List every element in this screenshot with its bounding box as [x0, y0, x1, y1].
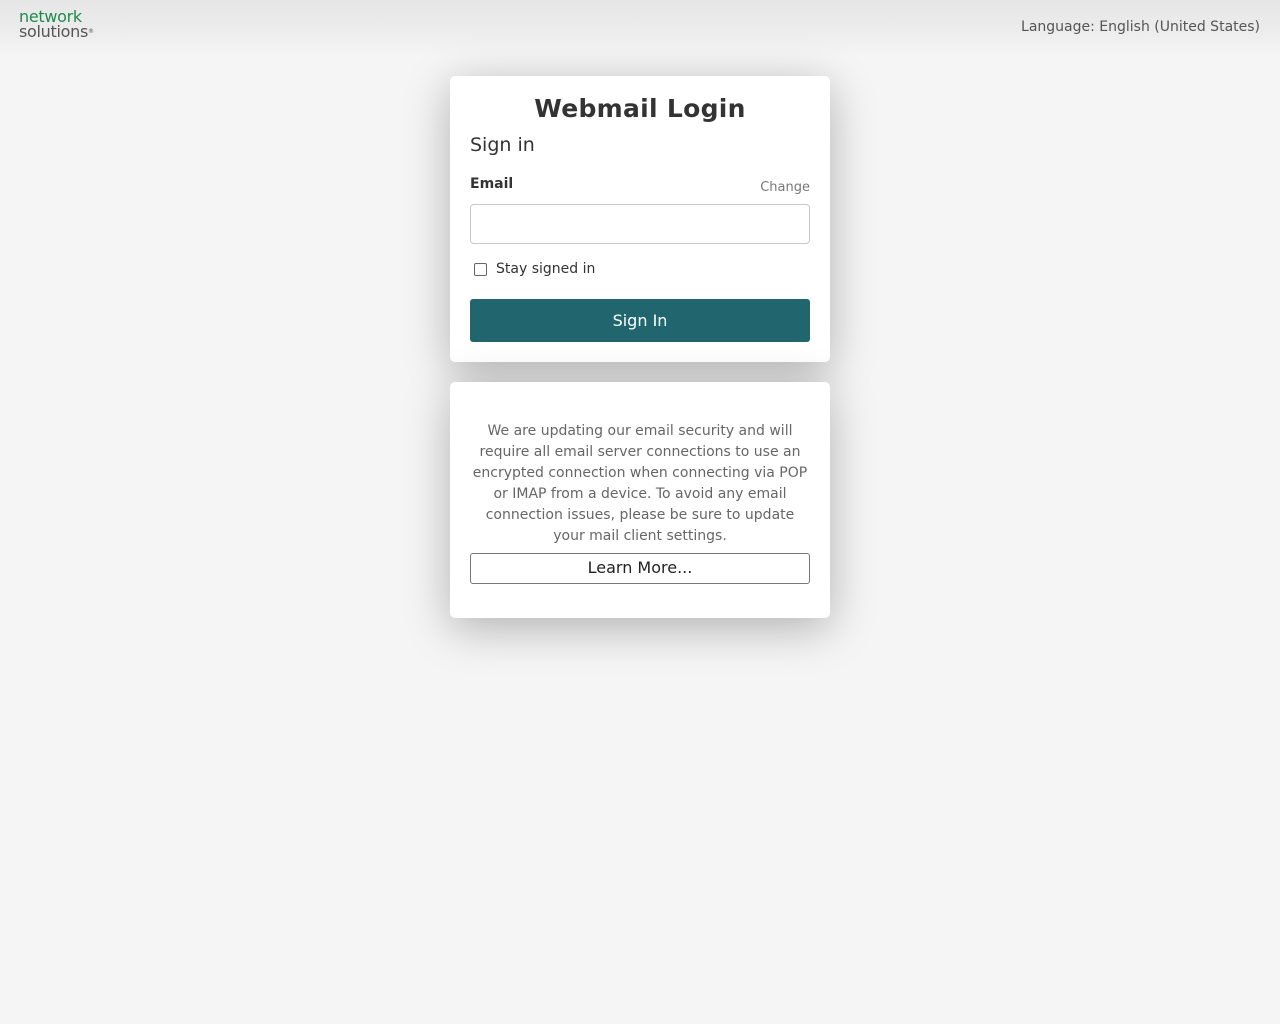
sign-in-heading: Sign in	[470, 134, 535, 156]
page-title: Webmail Login	[534, 94, 746, 123]
stay-signed-in-row[interactable]: Stay signed in	[474, 261, 595, 277]
security-notice-text: We are updating our email security and w…	[472, 423, 808, 544]
email-field[interactable]	[470, 204, 810, 244]
logo-line-solutions: solutions®	[19, 22, 94, 41]
logo-registered-mark: ®	[88, 28, 94, 35]
stay-signed-in-checkbox[interactable]	[474, 262, 487, 276]
learn-more-button[interactable]: Learn More...	[470, 553, 810, 584]
change-link[interactable]: Change	[760, 180, 810, 195]
sign-in-button[interactable]: Sign In	[470, 299, 810, 342]
top-bar: network solutions® Language: English (Un…	[0, 0, 1280, 56]
logo-line-solutions-text: solutions	[19, 22, 88, 41]
language-selector[interactable]: Language: English (United States)	[1021, 19, 1260, 35]
stay-signed-in-label[interactable]: Stay signed in	[496, 261, 595, 277]
email-label: Email	[470, 176, 514, 192]
network-solutions-logo[interactable]: network solutions®	[19, 9, 94, 41]
